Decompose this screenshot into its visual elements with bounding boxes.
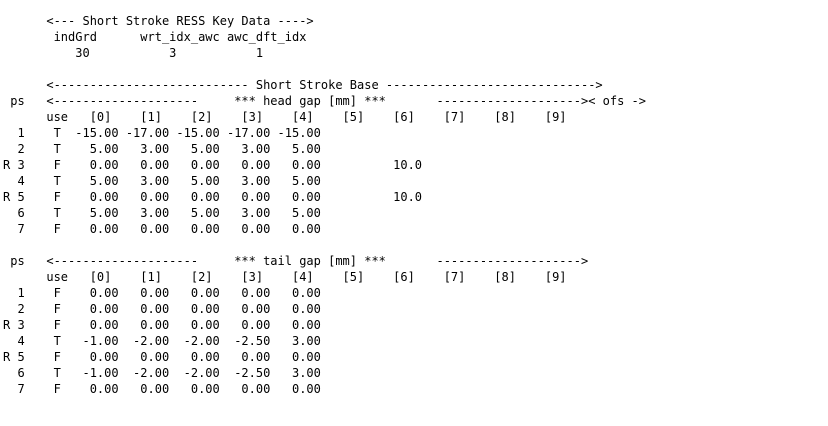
tail-gap-header: ps <-------------------- *** tail gap [m…: [3, 254, 589, 268]
right-edge-margin: [818, 0, 828, 426]
tail-row-4: 4 T -1.00 -2.00 -2.00 -2.50 3.00: [3, 334, 321, 348]
head-gap-header: ps <-------------------- *** head gap [m…: [3, 94, 646, 108]
key-data-header: <--- Short Stroke RESS Key Data ---->: [3, 14, 314, 28]
tail-row-7: 7 F 0.00 0.00 0.00 0.00 0.00: [3, 382, 321, 396]
tail-row-3: R 3 F 0.00 0.00 0.00 0.00 0.00: [3, 318, 321, 332]
text-viewer: <--- Short Stroke RESS Key Data ----> in…: [0, 0, 828, 426]
tail-col-header: use [0] [1] [2] [3] [4] [5] [6] [7] [8] …: [3, 270, 567, 284]
tail-row-1: 1 F 0.00 0.00 0.00 0.00 0.00: [3, 286, 321, 300]
head-col-header: use [0] [1] [2] [3] [4] [5] [6] [7] [8] …: [3, 110, 567, 124]
head-row-2: 2 T 5.00 3.00 5.00 3.00 5.00: [3, 142, 321, 156]
head-row-7: 7 F 0.00 0.00 0.00 0.00 0.00: [3, 222, 321, 236]
base-header: <--------------------------- Short Strok…: [3, 78, 603, 92]
head-row-3: R 3 F 0.00 0.00 0.00 0.00 0.00 10.0: [3, 158, 423, 172]
head-row-4: 4 T 5.00 3.00 5.00 3.00 5.00: [3, 174, 321, 188]
head-row-6: 6 T 5.00 3.00 5.00 3.00 5.00: [3, 206, 321, 220]
tail-row-5: R 5 F 0.00 0.00 0.00 0.00 0.00: [3, 350, 321, 364]
key-data-labels: indGrd wrt_idx_awc awc_dft_idx: [3, 30, 307, 44]
key-data-values: 30 3 1: [3, 46, 264, 60]
tail-row-6: 6 T -1.00 -2.00 -2.00 -2.50 3.00: [3, 366, 321, 380]
head-row-5: R 5 F 0.00 0.00 0.00 0.00 0.00 10.0: [3, 190, 423, 204]
tail-row-2: 2 F 0.00 0.00 0.00 0.00 0.00: [3, 302, 321, 316]
head-row-1: 1 T -15.00 -17.00 -15.00 -17.00 -15.00: [3, 126, 321, 140]
